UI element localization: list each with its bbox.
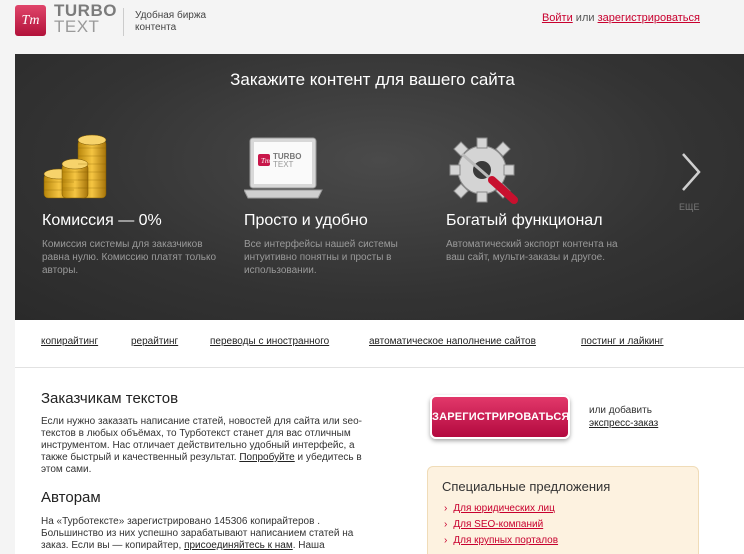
logo-line2: TEXT [54, 17, 100, 36]
or-add-label: или добавить [589, 405, 652, 416]
svg-text:Tт: Tт [261, 157, 270, 165]
offer-portals-link[interactable]: Для крупных порталов [453, 535, 558, 546]
special-list: Для юридических лиц Для SEO-компаний Для… [444, 501, 558, 549]
feature-title: Просто и удобно [244, 212, 368, 229]
join-link[interactable]: присоединяйтесь к нам [184, 540, 293, 551]
coins-icon [43, 134, 107, 199]
category-nav: копирайтинг рерайтинг переводы с иностра… [15, 320, 744, 368]
authors-tail: . Наша [292, 540, 325, 551]
login-link[interactable]: Войти [542, 12, 573, 24]
hero-title: Закажите контент для вашего сайта [230, 70, 515, 89]
try-link[interactable]: Попробуйте [239, 452, 294, 463]
nav-rewriting[interactable]: рерайтинг [131, 336, 178, 347]
authors-title: Авторам [41, 489, 101, 506]
auth-links: Войти или зарегистрироваться [542, 12, 700, 24]
feature-desc: Автоматический экспорт контента на ваш с… [446, 239, 618, 263]
special-title: Специальные предложения [442, 479, 611, 494]
main-content: Заказчикам текстов Если нужно заказать н… [15, 368, 744, 554]
nav-copywriting[interactable]: копирайтинг [41, 336, 98, 347]
offer-seo-link[interactable]: Для SEO-компаний [453, 519, 543, 530]
customers-title: Заказчикам текстов [41, 390, 179, 407]
logo-wordmark[interactable]: TURBO TEXT [54, 2, 117, 36]
feature-title: Богатый функционал [446, 212, 603, 229]
more-label[interactable]: ЕЩЕ [679, 202, 699, 212]
nav-auto-fill[interactable]: автоматическое наполнение сайтов [369, 336, 536, 347]
list-item: Для SEO-компаний [444, 517, 558, 533]
site-header: Tт TURBO TEXT Удобная биржа контента Вой… [0, 0, 744, 52]
special-offers: Специальные предложения Для юридических … [427, 466, 699, 554]
feature-desc: Все интерфейсы нашей системы интуитивно … [244, 239, 398, 276]
logo-icon[interactable]: Tт [15, 5, 46, 36]
register-link[interactable]: зарегистрироваться [598, 12, 700, 24]
authors-text: На «Турботексте» зарегистрировано 145306… [41, 516, 371, 552]
express-order-link[interactable]: экспресс-заказ [589, 418, 658, 429]
register-button[interactable]: ЗАРЕГИСТРИРОВАТЬСЯ [430, 395, 570, 439]
chevron-right-icon[interactable] [679, 152, 703, 192]
auth-or: или [575, 12, 595, 24]
gear-screwdriver-icon [449, 137, 518, 204]
express-order-block: или добавить экспресс-заказ [589, 404, 658, 430]
nav-posting[interactable]: постинг и лайкинг [581, 336, 664, 347]
hero-banner: Закажите контент для вашего сайта Комисс… [15, 54, 744, 320]
svg-text:TEXT: TEXT [273, 160, 294, 169]
offer-legal-link[interactable]: Для юридических лиц [453, 503, 555, 514]
laptop-icon: Tт TURBO TEXT [244, 137, 323, 199]
customers-text: Если нужно заказать написание статей, но… [41, 416, 371, 476]
nav-translations[interactable]: переводы с иностранного [210, 336, 329, 347]
list-item: Для крупных порталов [444, 533, 558, 549]
tagline: Удобная биржа контента [135, 10, 207, 33]
feature-desc: Комиссия системы для заказчиков равна ну… [42, 239, 217, 276]
list-item: Для юридических лиц [444, 501, 558, 517]
feature-title: Комиссия — 0% [42, 212, 162, 229]
logo-divider [123, 8, 124, 36]
